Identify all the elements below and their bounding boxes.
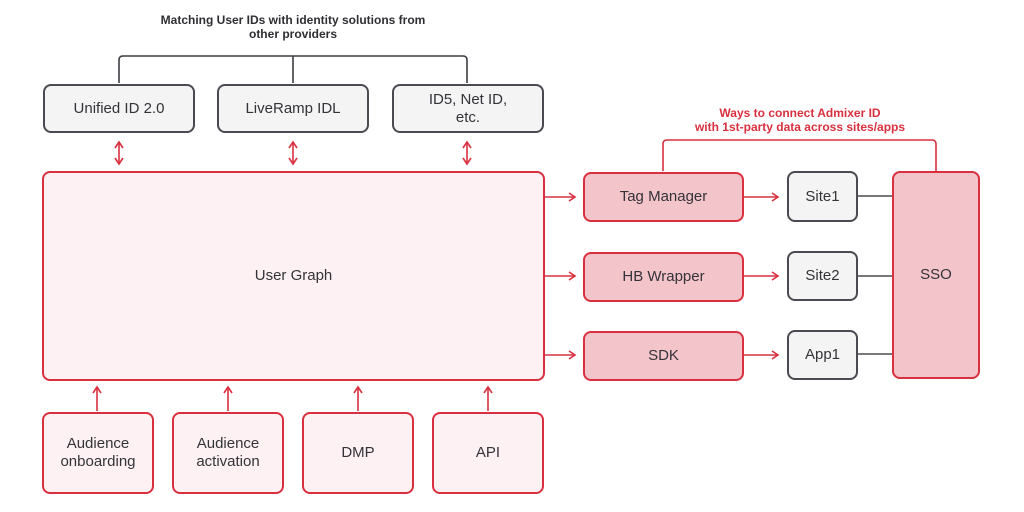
property-site1[interactable]: Site1	[787, 171, 858, 222]
connector-sdk[interactable]: SDK	[583, 331, 744, 381]
input-audience-onboarding[interactable]: Audience onboarding	[42, 412, 154, 494]
right-bracket	[662, 139, 937, 171]
sso-box[interactable]: SSO	[892, 171, 980, 379]
input-dmp[interactable]: DMP	[302, 412, 414, 494]
connector-tag-manager[interactable]: Tag Manager	[583, 172, 744, 222]
connector-hb-wrapper[interactable]: HB Wrapper	[583, 252, 744, 302]
top-caption: Matching User IDs with identity solution…	[160, 13, 426, 41]
right-caption: Ways to connect Admixer ID with 1st-part…	[694, 106, 906, 134]
input-api[interactable]: API	[432, 412, 544, 494]
top-bracket	[118, 55, 468, 83]
property-site2[interactable]: Site2	[787, 251, 858, 301]
identity-provider-id5-netid[interactable]: ID5, Net ID, etc.	[392, 84, 544, 133]
input-audience-activation[interactable]: Audience activation	[172, 412, 284, 494]
property-app1[interactable]: App1	[787, 330, 858, 380]
identity-provider-liveramp[interactable]: LiveRamp IDL	[217, 84, 369, 133]
identity-provider-unified-id[interactable]: Unified ID 2.0	[43, 84, 195, 133]
user-graph[interactable]: User Graph	[42, 171, 545, 381]
